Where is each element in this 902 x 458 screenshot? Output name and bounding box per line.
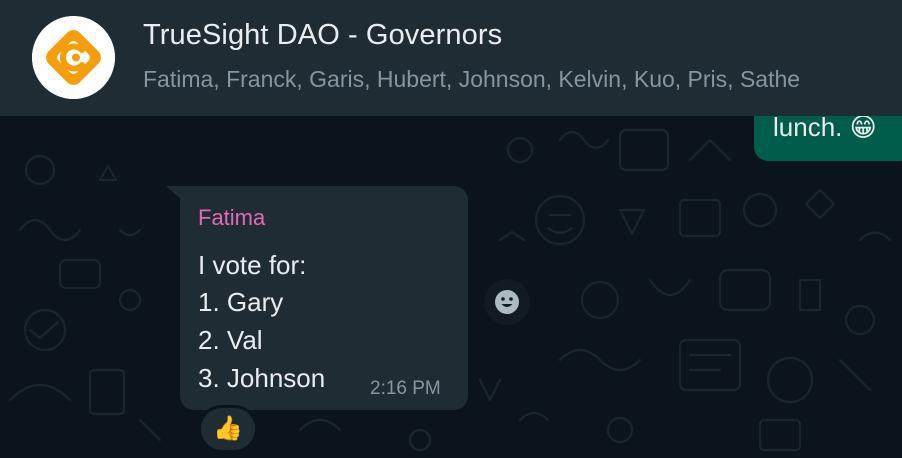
message-line: 3. Johnson — [198, 363, 326, 393]
message-line: I vote for: — [198, 250, 307, 280]
reaction-thumbs-up[interactable]: 👍 — [198, 405, 258, 453]
message-line: 2. Val — [198, 325, 263, 355]
thumbs-up-emoji: 👍 — [213, 415, 243, 442]
group-members[interactable]: Fatima, Franck, Garis, Hubert, Johnson, … — [143, 66, 902, 93]
group-avatar[interactable] — [32, 16, 115, 99]
message-line: 1. Gary — [198, 287, 284, 317]
message-timestamp: 2:16 PM — [370, 378, 441, 399]
group-title[interactable]: TrueSight DAO - Governors — [143, 19, 502, 52]
smiley-icon — [495, 290, 519, 314]
truesight-logo-icon — [32, 16, 115, 99]
outgoing-message-text: lunch. 😁 — [773, 112, 877, 142]
sender-name[interactable]: Fatima — [198, 205, 265, 231]
chat-header[interactable]: TrueSight DAO - Governors Fatima, Franck… — [0, 0, 902, 116]
react-button[interactable] — [484, 279, 530, 325]
